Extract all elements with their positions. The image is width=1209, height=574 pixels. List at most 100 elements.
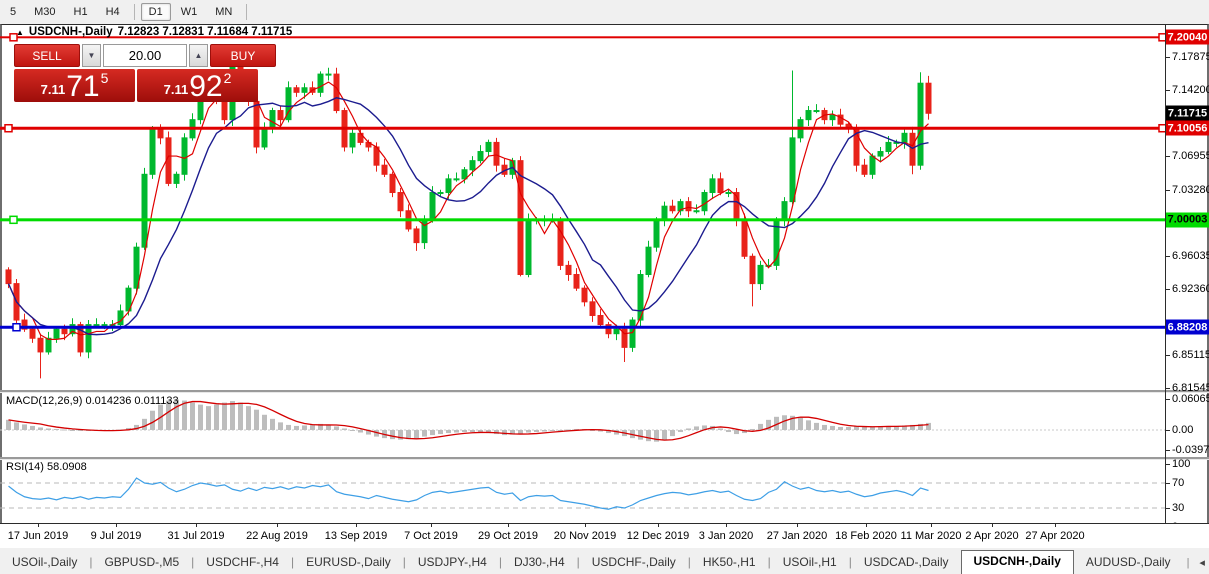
date-label: 9 Jul 2019 <box>90 530 142 542</box>
date-label: 27 Apr 2020 <box>1025 530 1085 542</box>
date-tick-mark <box>277 524 278 527</box>
time-axis[interactable]: 17 Jun 2019 9 Jul 2019 31 Jul 2019 22 Aug 2… <box>0 523 1209 548</box>
rsi-tick-label: 100 <box>1172 458 1191 471</box>
volume-decrease-button[interactable]: ▼ <box>82 44 101 67</box>
tab-audusd-daily[interactable]: AUDUSD-,Daily <box>1074 552 1183 574</box>
date-tick-mark <box>992 524 993 527</box>
price-tick-mark <box>1165 355 1170 357</box>
trading-app-window: 5 M30 H1 H4 D1 W1 MN ▲ USDCNH-,Daily 7.12823 7… <box>0 0 1209 574</box>
sell-price-big: 71 <box>66 70 100 103</box>
tab-scroll-left-icon[interactable]: ◂ <box>1199 556 1205 569</box>
date-label: 31 Jul 2019 <box>167 530 225 542</box>
price-tick-label: 6.96035 <box>1172 249 1209 262</box>
chart-tab-bar: USOil-,Daily | GBPUSD-,M5 | USDCHF-,H4 | EURUS… <box>0 549 1209 574</box>
timeframe-5[interactable]: 5 <box>2 3 24 21</box>
date-label: 27 Jan 2020 <box>766 530 828 542</box>
date-tick-mark <box>1055 524 1056 527</box>
date-tick-mark <box>196 524 197 527</box>
price-tick-label: 7.06955 <box>1172 150 1209 163</box>
rsi-pane[interactable] <box>0 459 1165 523</box>
date-label: 7 Oct 2019 <box>404 530 458 542</box>
timeframe-mn[interactable]: MN <box>207 3 240 21</box>
date-label: 29 Oct 2019 <box>478 530 538 542</box>
timeframe-toolbar: 5 M30 H1 H4 D1 W1 MN <box>0 0 1209 23</box>
timeframe-m30[interactable]: M30 <box>26 3 63 21</box>
toolbar-separator <box>246 3 248 20</box>
sell-button[interactable]: SELL <box>14 44 80 67</box>
tab-usdchf-daily[interactable]: USDCHF-,Daily <box>580 552 688 574</box>
price-tick-mark <box>1165 387 1170 389</box>
date-label: 22 Aug 2019 <box>246 530 308 542</box>
date-label: 18 Feb 2020 <box>835 530 897 542</box>
date-tick-mark <box>931 524 932 527</box>
date-label: 13 Sep 2019 <box>324 530 388 542</box>
sell-price-prefix: 7.11 <box>40 82 66 97</box>
macd-indicator-label: MACD(12,26,9) 0.014236 0.011133 <box>6 395 179 407</box>
tab-eurusd-daily[interactable]: EURUSD-,Daily <box>294 552 403 574</box>
date-tick-mark <box>508 524 509 527</box>
price-tick-mark <box>1165 57 1170 59</box>
macd-tick-label: -0.039792 <box>1172 444 1209 457</box>
rsi-indicator-label: RSI(14) 58.0908 <box>6 461 87 473</box>
price-badge-7.11715: 7.11715 <box>1166 105 1209 121</box>
timeframe-d1[interactable]: D1 <box>140 2 171 21</box>
level-handle[interactable] <box>1158 33 1165 42</box>
buy-price-prefix: 7.11 <box>163 82 189 97</box>
tab-usdchf-h4[interactable]: USDCHF-,H4 <box>194 552 291 574</box>
tab-gbpusd-m5[interactable]: GBPUSD-,M5 <box>92 552 191 574</box>
volume-increase-button[interactable]: ▲ <box>189 44 208 67</box>
date-label: 12 Dec 2019 <box>626 530 690 542</box>
price-tick-mark <box>1165 189 1170 191</box>
price-tick-mark <box>1165 90 1170 92</box>
price-tick-label: 6.92360 <box>1172 283 1209 296</box>
price-axis-border <box>1165 24 1166 523</box>
volume-input[interactable] <box>103 44 187 67</box>
price-badge-7.10056: 7.10056 <box>1166 120 1209 136</box>
tab-dj30-h4[interactable]: DJ30-,H4 <box>502 552 577 574</box>
macd-tick-mark <box>1165 399 1170 401</box>
rsi-tick-mark <box>1165 464 1170 466</box>
date-label: 17 Jun 2019 <box>7 530 69 542</box>
tab-usoil-h1[interactable]: USOil-,H1 <box>771 552 849 574</box>
date-label: 2 Apr 2020 <box>965 530 1019 542</box>
tab-usdjpy-h4[interactable]: USDJPY-,H4 <box>406 552 499 574</box>
date-tick-mark <box>658 524 659 527</box>
macd-tick-label: 0.00 <box>1172 424 1194 436</box>
buy-price-box[interactable]: 7.11 92 2 <box>137 69 258 102</box>
price-tick-label: 7.14200 <box>1172 84 1209 97</box>
date-tick-mark <box>797 524 798 527</box>
macd-tick-label: 0.060657 <box>1172 393 1209 406</box>
sell-price-box[interactable]: 7.11 71 5 <box>14 69 135 102</box>
date-label: 20 Nov 2019 <box>553 530 617 542</box>
level-handle[interactable] <box>4 123 13 133</box>
tab-usdcnh-daily[interactable]: USDCNH-,Daily <box>960 550 1074 574</box>
macd-tick-mark <box>1165 430 1170 431</box>
level-handle[interactable] <box>9 215 18 225</box>
chart-ohlc-values: 7.12823 7.12831 7.11684 7.11715 <box>117 26 293 38</box>
collapse-panel-icon[interactable]: ▲ <box>16 28 24 37</box>
level-handle[interactable] <box>12 323 21 332</box>
price-tick-mark <box>1165 156 1170 158</box>
timeframe-w1[interactable]: W1 <box>173 3 206 21</box>
date-tick-mark <box>726 524 727 527</box>
level-handle[interactable] <box>1158 123 1165 133</box>
price-badge-6.88208: 6.88208 <box>1166 319 1209 335</box>
tab-usoil-daily[interactable]: USOil-,Daily <box>0 552 89 574</box>
chart-title: ▲ USDCNH-,Daily 7.12823 7.12831 7.11684 … <box>16 26 292 38</box>
price-tick-mark <box>1165 255 1170 257</box>
price-tick-label: 6.85115 <box>1172 349 1209 362</box>
date-tick-mark <box>866 524 867 527</box>
tab-usdcad-daily[interactable]: USDCAD-,Daily <box>852 552 961 574</box>
price-badge-7.20040: 7.20040 <box>1166 29 1209 45</box>
price-badge-7.00003: 7.00003 <box>1166 212 1209 228</box>
one-click-trade-panel: SELL ▼ ▲ BUY 7.11 71 5 7.11 92 2 <box>14 44 276 102</box>
tab-scroll-arrows: |◂▸ <box>1186 556 1205 570</box>
price-tick-label: 7.17875 <box>1172 51 1209 64</box>
rsi-tick-label: 70 <box>1172 477 1185 489</box>
level-line-6.88208 <box>0 325 1165 329</box>
timeframe-h1[interactable]: H1 <box>66 3 96 21</box>
price-tick-label: 7.03280 <box>1172 183 1209 196</box>
timeframe-h4[interactable]: H4 <box>98 3 128 21</box>
buy-button[interactable]: BUY <box>210 44 276 67</box>
tab-hk50-h1[interactable]: HK50-,H1 <box>691 552 768 574</box>
